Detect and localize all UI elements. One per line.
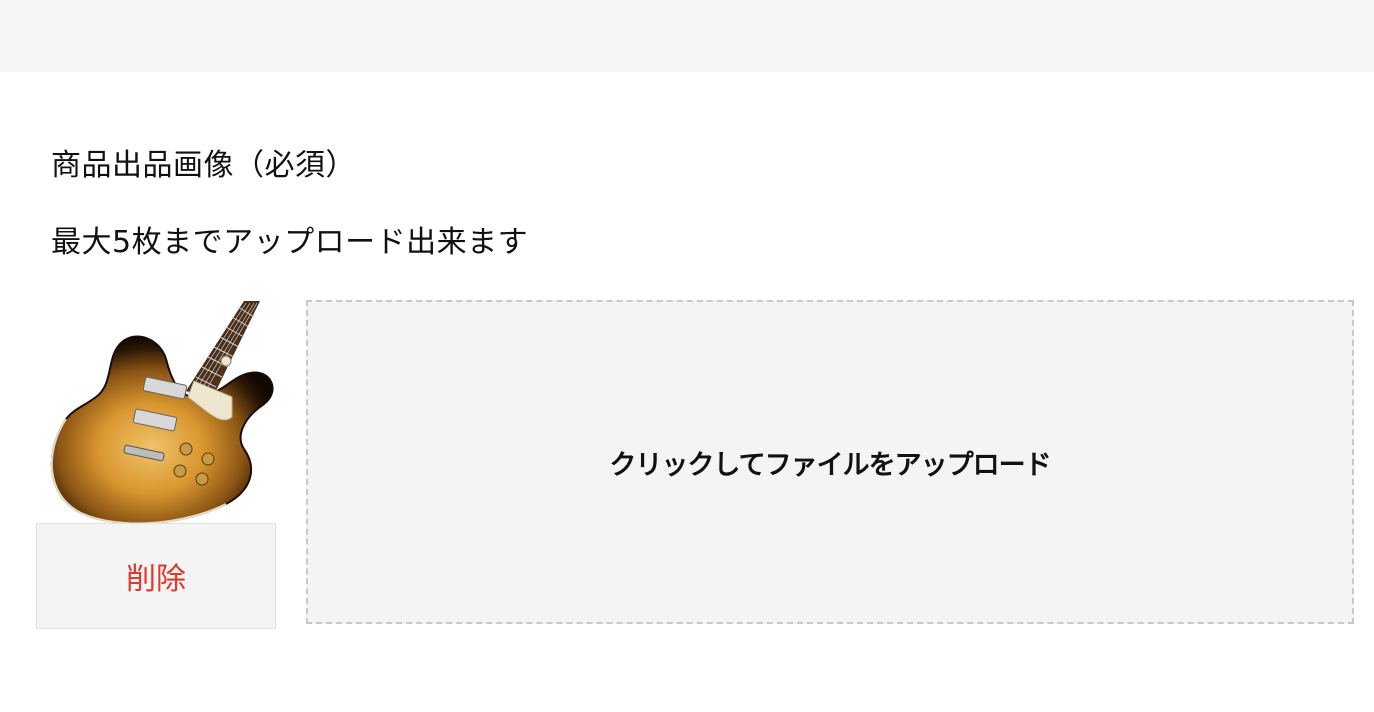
guitar-photo <box>50 301 274 523</box>
uploaded-image-item: 削除 <box>36 299 276 630</box>
delete-image-button[interactable]: 削除 <box>36 523 276 629</box>
uploaded-image-thumbnail[interactable] <box>36 299 276 523</box>
file-upload-dropzone[interactable]: クリックしてファイルをアップロード <box>306 300 1354 624</box>
upload-label: クリックしてファイルをアップロード <box>609 449 1051 481</box>
upload-limit-note: 最大5枚までアップロード出来ます <box>51 225 529 260</box>
top-bar <box>0 0 1374 72</box>
section-title: 商品出品画像（必須） <box>51 148 356 183</box>
